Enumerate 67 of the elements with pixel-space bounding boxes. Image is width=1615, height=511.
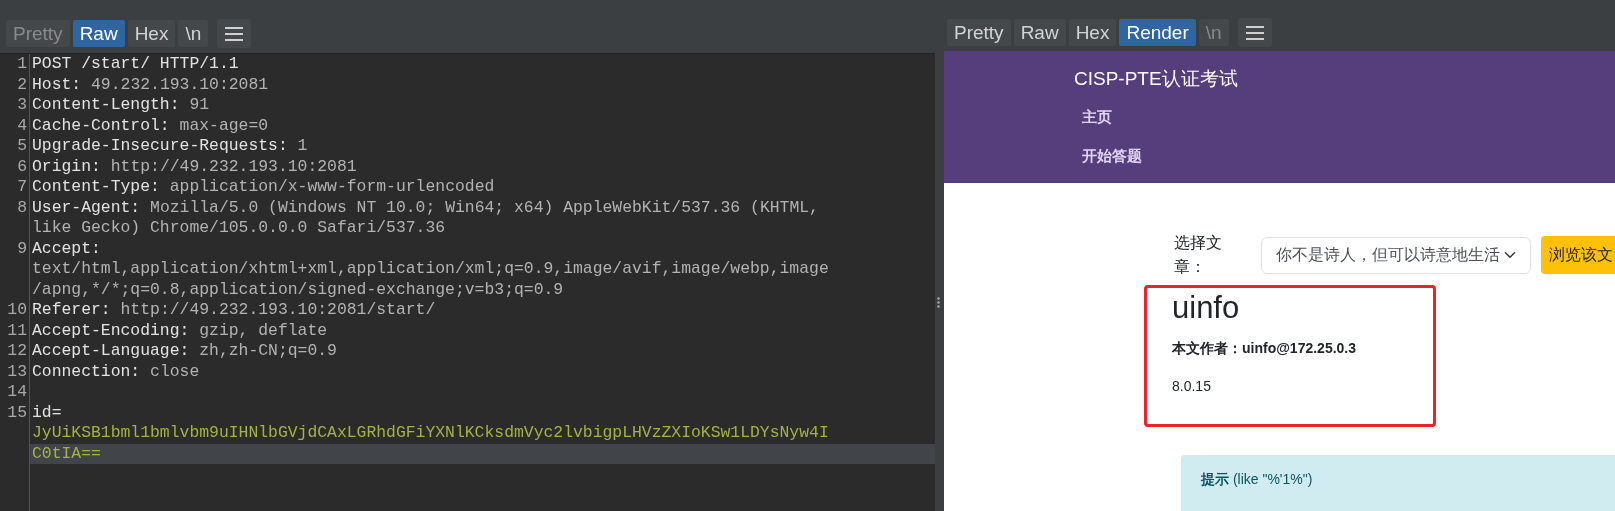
menu-button[interactable]	[1237, 18, 1272, 47]
line-number: 8	[17, 197, 27, 217]
line-number: 2	[17, 74, 27, 94]
view-tab[interactable]: Hex	[127, 19, 176, 48]
line-number: 4	[17, 115, 27, 135]
line-number: 7	[17, 177, 27, 196]
line-number: 3	[17, 95, 27, 114]
header-value: /apng,*/*;q=0.8,application/signed-exchange;v=b3;q=0.9	[32, 279, 564, 299]
header-value: like Gecko) Chrome/105.0.0.0 Safari/537.36	[32, 218, 446, 237]
code-text: User-Agent:	[32, 197, 142, 217]
header-value: application/x-www-form-urlencoded	[169, 177, 495, 196]
code-text: Accept-Encoding:	[32, 320, 191, 340]
menu-icon	[1245, 25, 1264, 40]
site-title[interactable]: CISP-PTE认证考试	[1074, 65, 1238, 94]
code-text: Host:	[32, 74, 83, 94]
header-value: Mozilla/5.0 (Windows NT 10.0; Win64; x64) AppleWebKit/537.36 (KHTML,	[150, 197, 819, 217]
code-text: Content-Type:	[32, 177, 161, 196]
header-value: http://49.232.193.10:2081	[110, 156, 357, 176]
code-text: Connection:	[32, 361, 142, 381]
view-tab[interactable]: Hex	[1068, 18, 1117, 47]
code-text: Upgrade-Insecure-Requests:	[32, 136, 289, 155]
code-text: Origin:	[32, 156, 102, 176]
line-number: 10	[7, 300, 27, 319]
version-text: 8.0.15	[1172, 377, 1212, 397]
code-text: Accept:	[32, 238, 101, 258]
header-value: close	[150, 361, 200, 381]
code-text: Content-Length:	[32, 95, 181, 114]
drag-handle-icon[interactable]	[936, 297, 940, 308]
field-label: 选择文章：	[1174, 233, 1223, 277]
article-select[interactable]: 你不是诗人，但可以诗意地生活	[1261, 236, 1531, 274]
code-text: id=	[32, 402, 62, 422]
header-value: 49.232.193.10:2081	[91, 74, 269, 94]
line-number: 6	[17, 156, 27, 176]
view-tab[interactable]: \n	[178, 19, 209, 48]
author-line: 本文作者：uinfo@172.25.0.3	[1172, 339, 1358, 359]
line-number: 11	[7, 320, 27, 340]
code-text: Cache-Control:	[32, 115, 171, 135]
nav-link[interactable]: 开始答题	[1082, 145, 1142, 168]
hint-box: 提示 (like "%'1%")	[1181, 455, 1615, 511]
header-value: 91	[189, 95, 210, 114]
menu-icon	[225, 26, 244, 41]
line-number: 9	[17, 238, 27, 258]
param-value: C0tIA==	[32, 443, 101, 463]
nav-link[interactable]: 主页	[1082, 105, 1112, 128]
menu-button[interactable]	[217, 19, 252, 48]
header-value: http://49.232.193.10:2081/start/	[120, 300, 436, 319]
header-value: zh,zh-CN;q=0.9	[199, 341, 337, 360]
header-value: gzip, deflate	[199, 320, 328, 340]
browse-button[interactable]: 浏览该文	[1541, 236, 1615, 274]
view-tab[interactable]: Pretty	[947, 18, 1011, 47]
header-value: 1	[297, 136, 308, 155]
line-number: 12	[7, 341, 27, 360]
code-text: Accept-Language:	[32, 341, 191, 360]
line-number: 5	[17, 136, 27, 155]
line-number: 14	[7, 382, 27, 401]
param-value: JyUiKSB1bml1bmlvbm9uIHNlbGVjdCAxLGRhdGFiYXNlKCksdmVyc2lvbigpLHVzZXIoKSw1LDYsNyw4I	[32, 423, 829, 442]
view-tab[interactable]: Raw	[72, 19, 125, 48]
article-title: uinfo	[1172, 289, 1241, 327]
view-tab[interactable]: Raw	[1013, 18, 1066, 47]
code-text: Referer:	[32, 300, 112, 319]
header-value: text/html,application/xhtml+xml,application/xml;q=0.9,image/avif,image/webp,image	[32, 259, 829, 278]
line-number: 1	[17, 54, 27, 73]
code-text: POST /start/ HTTP/1.1	[32, 54, 239, 73]
header-value: max-age=0	[179, 115, 269, 135]
line-number: 13	[7, 361, 27, 381]
line-number: 15	[7, 402, 27, 422]
view-tab[interactable]: Render	[1119, 18, 1196, 47]
